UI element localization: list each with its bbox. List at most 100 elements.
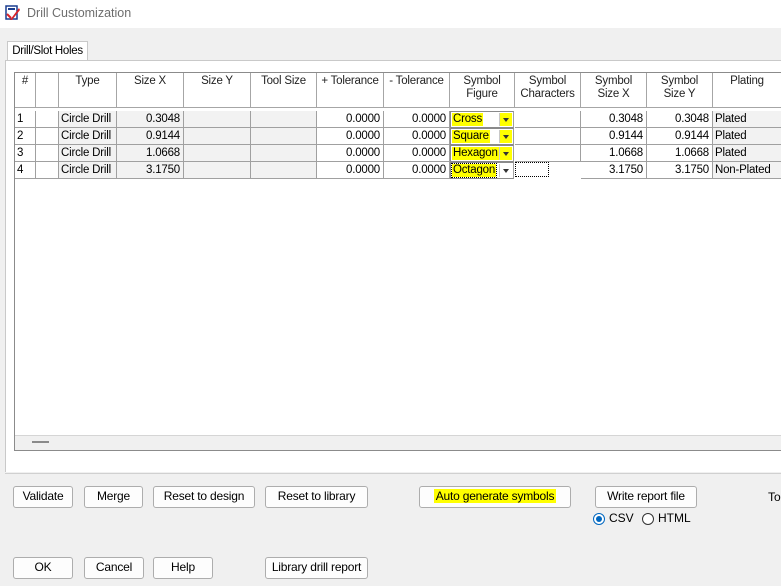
type-cell[interactable]: Circle Drill [59,111,117,128]
symbol-size-y-cell[interactable]: 3.1750 [647,162,713,179]
table-row[interactable]: 4 Circle Drill 3.1750 0.0000 0.0000 Octa… [15,162,781,179]
size-x-cell[interactable]: 3.1750 [117,162,184,179]
symbol-figure-dropdown[interactable]: Square [450,128,514,145]
row-blank-cell[interactable] [36,162,59,179]
size-y-cell[interactable] [184,162,251,179]
tool-size-cell[interactable] [251,111,317,128]
column-header-plating[interactable]: Plating [713,73,781,108]
column-header-symbol-size-x[interactable]: Symbol Size X [581,73,647,108]
help-button[interactable]: Help [153,557,213,579]
symbol-size-x-cell[interactable]: 0.9144 [581,128,647,145]
plus-tolerance-cell[interactable]: 0.0000 [317,162,384,179]
column-header-number[interactable]: # [15,73,36,108]
tool-size-cell[interactable] [251,145,317,162]
symbol-figure-dropdown[interactable]: Hexagon [450,145,514,162]
app-icon [5,5,20,20]
library-drill-report-button[interactable]: Library drill report [265,557,368,579]
cancel-button[interactable]: Cancel [84,557,144,579]
symbol-size-x-cell[interactable]: 0.3048 [581,111,647,128]
symbol-characters-cell[interactable] [515,162,581,179]
write-report-file-button[interactable]: Write report file [595,486,697,508]
auto-generate-symbols-button[interactable]: Auto generate symbols [419,486,571,508]
row-blank-cell[interactable] [36,128,59,145]
row-number-cell[interactable]: 3 [15,145,36,162]
symbol-size-y-cell[interactable]: 0.3048 [647,111,713,128]
symbol-figure-value: Octagon [450,163,498,178]
html-radio-label[interactable]: HTML [658,511,691,525]
chevron-down-icon[interactable] [499,113,512,126]
symbol-size-y-cell[interactable]: 1.0668 [647,145,713,162]
reset-to-library-button[interactable]: Reset to library [265,486,368,508]
column-header-symbol-characters[interactable]: Symbol Characters [515,73,581,108]
tool-size-cell[interactable] [251,162,317,179]
minus-tolerance-cell[interactable]: 0.0000 [384,128,450,145]
size-x-cell[interactable]: 0.3048 [117,111,184,128]
plus-tolerance-cell[interactable]: 0.0000 [317,111,384,128]
row-blank-cell[interactable] [36,111,59,128]
symbol-characters-cell[interactable] [515,145,581,162]
column-header-size-y[interactable]: Size Y [184,73,251,108]
type-cell[interactable]: Circle Drill [59,128,117,145]
chevron-down-icon[interactable] [499,147,512,160]
column-header-plus-tolerance[interactable]: + Tolerance [317,73,384,108]
truncated-label: To [768,490,781,504]
merge-button[interactable]: Merge [84,486,143,508]
column-header-size-x[interactable]: Size X [117,73,184,108]
table-row[interactable]: 3 Circle Drill 1.0668 0.0000 0.0000 Hexa… [15,145,781,162]
symbol-figure-value: Cross [452,113,484,126]
table-row[interactable]: 2 Circle Drill 0.9144 0.0000 0.0000 Squa… [15,128,781,145]
chevron-down-icon[interactable] [499,164,512,177]
horizontal-scrollbar[interactable] [15,435,781,450]
symbol-characters-cell[interactable] [515,128,581,145]
window-title: Drill Customization [27,6,132,20]
reset-to-design-button[interactable]: Reset to design [153,486,255,508]
symbol-figure-value: Square [452,130,490,143]
minus-tolerance-cell[interactable]: 0.0000 [384,162,450,179]
row-number-cell[interactable]: 1 [15,111,36,128]
auto-generate-symbols-label: Auto generate symbols [433,489,557,503]
type-cell[interactable]: Circle Drill [59,145,117,162]
validate-button[interactable]: Validate [13,486,73,508]
ok-button[interactable]: OK [13,557,73,579]
symbol-size-x-cell[interactable]: 1.0668 [581,145,647,162]
symbol-figure-dropdown[interactable]: Octagon [450,162,514,179]
divider [5,473,781,474]
column-header-symbol-figure[interactable]: Symbol Figure [450,73,515,108]
csv-radio[interactable] [593,513,605,525]
symbol-figure-dropdown[interactable]: Cross [450,111,514,128]
focus-rectangle [515,162,549,177]
column-header-minus-tolerance[interactable]: - Tolerance [384,73,450,108]
chevron-down-icon[interactable] [499,130,512,143]
column-header-blank[interactable] [36,73,59,108]
table-row[interactable]: 1 Circle Drill 0.3048 0.0000 0.0000 Cros… [15,111,781,128]
plating-cell[interactable]: Plated [713,111,781,128]
row-number-cell[interactable]: 2 [15,128,36,145]
html-radio[interactable] [642,513,654,525]
type-cell[interactable]: Circle Drill [59,162,117,179]
scrollbar-thumb[interactable] [32,441,49,443]
size-y-cell[interactable] [184,128,251,145]
minus-tolerance-cell[interactable]: 0.0000 [384,111,450,128]
size-y-cell[interactable] [184,111,251,128]
plating-cell[interactable]: Non-Plated [713,162,781,179]
tab-drill-slot-holes[interactable]: Drill/Slot Holes [7,41,88,61]
column-header-tool-size[interactable]: Tool Size [251,73,317,108]
symbol-characters-cell[interactable] [515,111,581,128]
size-x-cell[interactable]: 1.0668 [117,145,184,162]
plating-cell[interactable]: Plated [713,145,781,162]
symbol-size-x-cell[interactable]: 3.1750 [581,162,647,179]
row-blank-cell[interactable] [36,145,59,162]
size-y-cell[interactable] [184,145,251,162]
symbol-size-y-cell[interactable]: 0.9144 [647,128,713,145]
plus-tolerance-cell[interactable]: 0.0000 [317,128,384,145]
size-x-cell[interactable]: 0.9144 [117,128,184,145]
plus-tolerance-cell[interactable]: 0.0000 [317,145,384,162]
row-number-cell[interactable]: 4 [15,162,36,179]
column-header-type[interactable]: Type [59,73,117,108]
minus-tolerance-cell[interactable]: 0.0000 [384,145,450,162]
csv-radio-label[interactable]: CSV [609,511,634,525]
tool-size-cell[interactable] [251,128,317,145]
symbol-figure-value: Hexagon [452,147,499,160]
plating-cell[interactable]: Plated [713,128,781,145]
column-header-symbol-size-y[interactable]: Symbol Size Y [647,73,713,108]
